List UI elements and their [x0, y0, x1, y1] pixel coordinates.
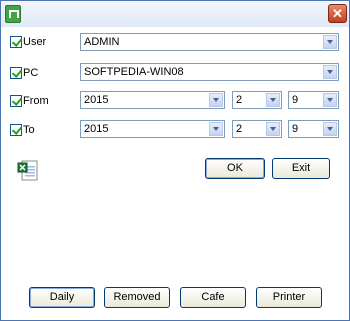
excel-export-icon[interactable] — [17, 159, 39, 181]
from-year-select[interactable]: 2015 — [80, 91, 225, 109]
chevron-down-icon[interactable] — [323, 35, 337, 49]
to-month-value: 2 — [236, 123, 243, 135]
chevron-down-icon[interactable] — [266, 122, 280, 136]
daily-button[interactable]: Daily — [29, 287, 95, 308]
chevron-down-icon[interactable] — [266, 93, 280, 107]
from-checkbox[interactable] — [10, 95, 22, 107]
to-month-select[interactable]: 2 — [232, 120, 282, 138]
to-day-select[interactable]: 9 — [288, 120, 339, 138]
from-day-value: 9 — [292, 94, 299, 106]
chevron-down-icon[interactable] — [323, 93, 337, 107]
from-day-select[interactable]: 9 — [288, 91, 339, 109]
to-year-select[interactable]: 2015 — [80, 120, 225, 138]
chevron-down-icon[interactable] — [209, 122, 223, 136]
user-label: User — [23, 36, 47, 48]
pc-select[interactable]: SOFTPEDIA-WIN08 — [80, 63, 339, 81]
exit-button[interactable]: Exit — [272, 158, 330, 179]
from-label: From — [23, 95, 49, 107]
ok-button[interactable]: OK — [205, 158, 265, 179]
removed-button[interactable]: Removed — [104, 287, 170, 308]
to-checkbox[interactable] — [10, 124, 22, 136]
user-select-value: ADMIN — [84, 36, 120, 48]
from-year-value: 2015 — [84, 94, 109, 106]
chevron-down-icon[interactable] — [323, 65, 337, 79]
cafe-button[interactable]: Cafe — [180, 287, 246, 308]
close-button[interactable]: ✕ — [328, 4, 347, 23]
printer-button[interactable]: Printer — [256, 287, 322, 308]
from-month-select[interactable]: 2 — [232, 91, 282, 109]
report-dialog: ✕ User ADMIN PC SOFTPEDIA-WIN08 From 201… — [0, 0, 350, 321]
from-month-value: 2 — [236, 94, 243, 106]
user-select[interactable]: ADMIN — [80, 33, 339, 51]
to-year-value: 2015 — [84, 123, 109, 135]
user-checkbox[interactable] — [10, 36, 22, 48]
chevron-down-icon[interactable] — [209, 93, 223, 107]
title-bar[interactable]: ✕ — [1, 1, 349, 27]
to-label: To — [23, 124, 35, 136]
pc-label: PC — [23, 67, 39, 79]
app-logo-icon — [5, 5, 21, 23]
pc-checkbox[interactable] — [10, 67, 22, 79]
to-day-value: 9 — [292, 123, 299, 135]
pc-select-value: SOFTPEDIA-WIN08 — [84, 66, 184, 78]
chevron-down-icon[interactable] — [323, 122, 337, 136]
